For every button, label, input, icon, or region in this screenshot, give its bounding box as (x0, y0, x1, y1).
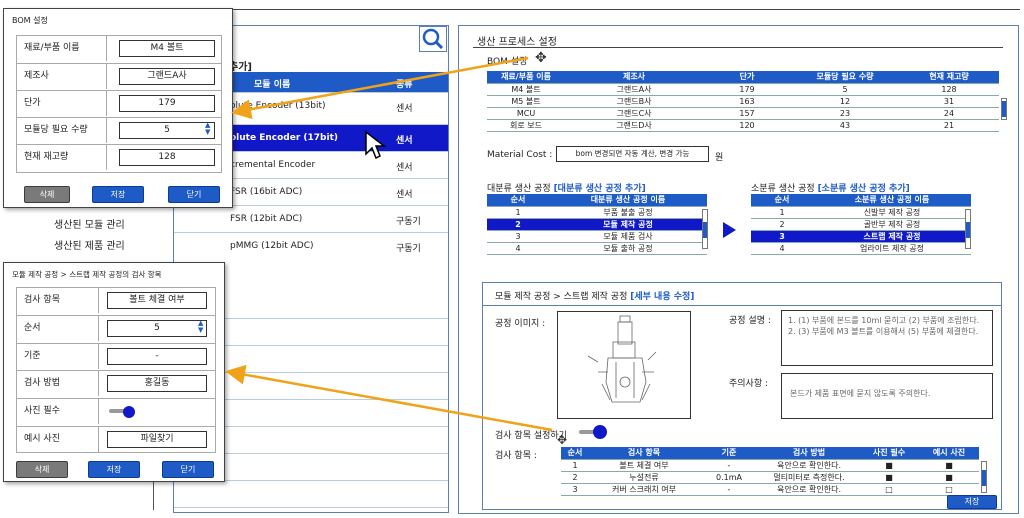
arrow-to-bom-dialog (231, 56, 529, 120)
annotation-arrows (225, 56, 553, 432)
arrow-to-inspection-dialog (225, 364, 553, 432)
